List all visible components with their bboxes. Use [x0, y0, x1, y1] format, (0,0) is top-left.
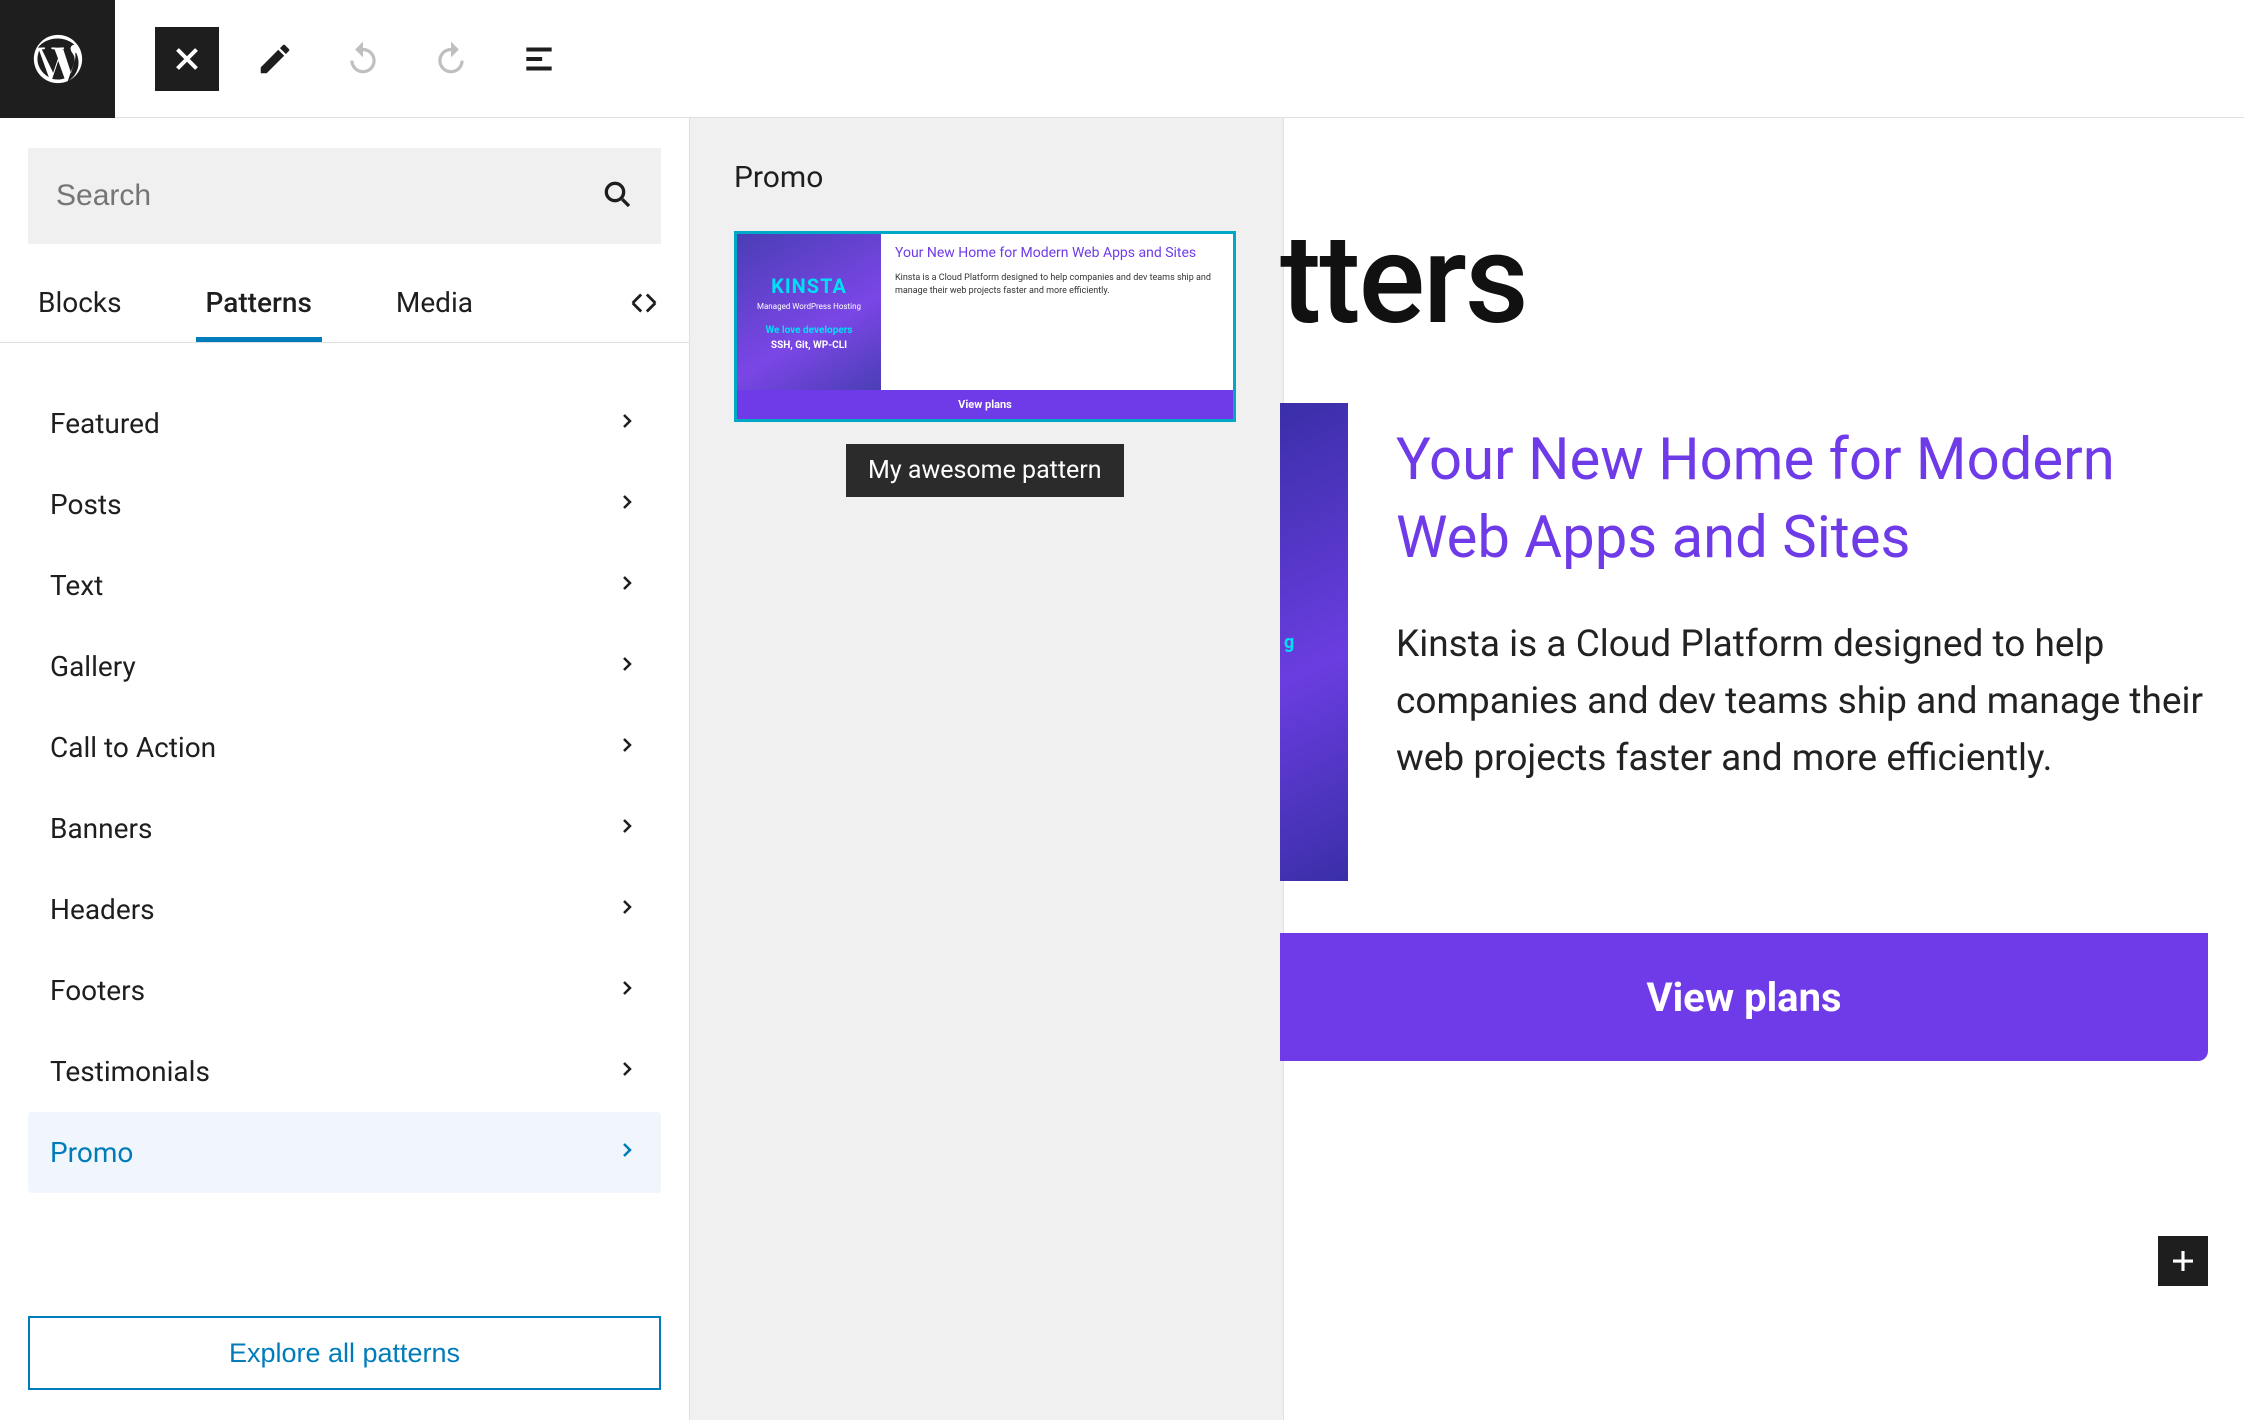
pattern-category-list: Featured Posts Text Gallery Call to Acti… [28, 383, 661, 1276]
category-call-to-action[interactable]: Call to Action [28, 707, 661, 788]
page-title-fragment[interactable]: tters [1280, 208, 2208, 353]
tab-patterns[interactable]: Patterns [196, 268, 322, 342]
thumb-heading: Your New Home for Modern Web Apps and Si… [895, 244, 1219, 262]
chevron-right-icon [615, 569, 639, 602]
top-toolbar [0, 0, 2244, 118]
chevron-right-icon [615, 812, 639, 845]
tab-media[interactable]: Media [386, 268, 483, 342]
category-text[interactable]: Text [28, 545, 661, 626]
category-testimonials[interactable]: Testimonials [28, 1031, 661, 1112]
search-box[interactable] [28, 148, 661, 244]
wordpress-logo[interactable] [0, 0, 115, 118]
thumb-body: Kinsta is a Cloud Platform designed to h… [895, 272, 1219, 297]
hero-paragraph[interactable]: Kinsta is a Cloud Platform designed to h… [1396, 616, 2208, 788]
category-posts[interactable]: Posts [28, 464, 661, 545]
chevron-right-icon [615, 1136, 639, 1169]
thumb-cta: View plans [737, 390, 1233, 419]
chevron-right-icon [615, 731, 639, 764]
category-label: Posts [50, 488, 122, 521]
pattern-explorer-icon[interactable] [627, 286, 661, 324]
thumb-dev1: We love developers [765, 325, 852, 336]
chevron-right-icon [615, 974, 639, 1007]
category-label: Call to Action [50, 731, 216, 764]
panel-title: Promo [734, 160, 1239, 195]
chevron-right-icon [615, 407, 639, 440]
tab-blocks[interactable]: Blocks [28, 268, 132, 342]
chevron-right-icon [615, 650, 639, 683]
thumb-logo: KINSTA [771, 274, 847, 298]
pattern-thumbnail[interactable]: KINSTA Managed WordPress Hosting We love… [734, 231, 1236, 422]
chevron-right-icon [615, 893, 639, 926]
hero-image-fragment[interactable]: g [1280, 403, 1348, 881]
category-label: Featured [50, 407, 160, 440]
explore-all-patterns-button[interactable]: Explore all patterns [28, 1316, 661, 1390]
thumb-image: KINSTA Managed WordPress Hosting We love… [737, 234, 881, 390]
category-featured[interactable]: Featured [28, 383, 661, 464]
chevron-right-icon [615, 1055, 639, 1088]
hero-image-text: g [1284, 632, 1348, 653]
redo-button[interactable] [419, 27, 483, 91]
cta-button[interactable]: View plans [1280, 933, 2208, 1061]
hero-heading[interactable]: Your New Home for Modern Web Apps and Si… [1396, 421, 2208, 578]
category-promo[interactable]: Promo [28, 1112, 661, 1193]
category-label: Promo [50, 1136, 133, 1169]
inserter-sidebar: Blocks Patterns Media Featured Posts Tex… [0, 118, 690, 1420]
category-label: Text [50, 569, 103, 602]
search-input[interactable] [56, 179, 601, 213]
search-icon [601, 178, 633, 214]
thumb-logo-sub: Managed WordPress Hosting [757, 302, 861, 311]
undo-button[interactable] [331, 27, 395, 91]
category-label: Banners [50, 812, 152, 845]
inserter-tabs: Blocks Patterns Media [0, 268, 689, 343]
category-label: Testimonials [50, 1055, 210, 1088]
category-label: Gallery [50, 650, 136, 683]
pattern-preview-panel: Promo KINSTA Managed WordPress Hosting W… [690, 118, 1284, 1420]
category-label: Footers [50, 974, 145, 1007]
close-inserter-button[interactable] [155, 27, 219, 91]
editor-canvas[interactable]: tters g Your New Home for Modern Web App… [1284, 118, 2244, 1420]
edit-tool-button[interactable] [243, 27, 307, 91]
add-block-button[interactable] [2158, 1236, 2208, 1286]
category-banners[interactable]: Banners [28, 788, 661, 869]
document-overview-button[interactable] [507, 27, 571, 91]
category-footers[interactable]: Footers [28, 950, 661, 1031]
thumb-dev2: SSH, Git, WP-CLI [771, 340, 847, 351]
category-gallery[interactable]: Gallery [28, 626, 661, 707]
chevron-right-icon [615, 488, 639, 521]
category-label: Headers [50, 893, 155, 926]
pattern-tooltip: My awesome pattern [846, 444, 1124, 497]
category-headers[interactable]: Headers [28, 869, 661, 950]
